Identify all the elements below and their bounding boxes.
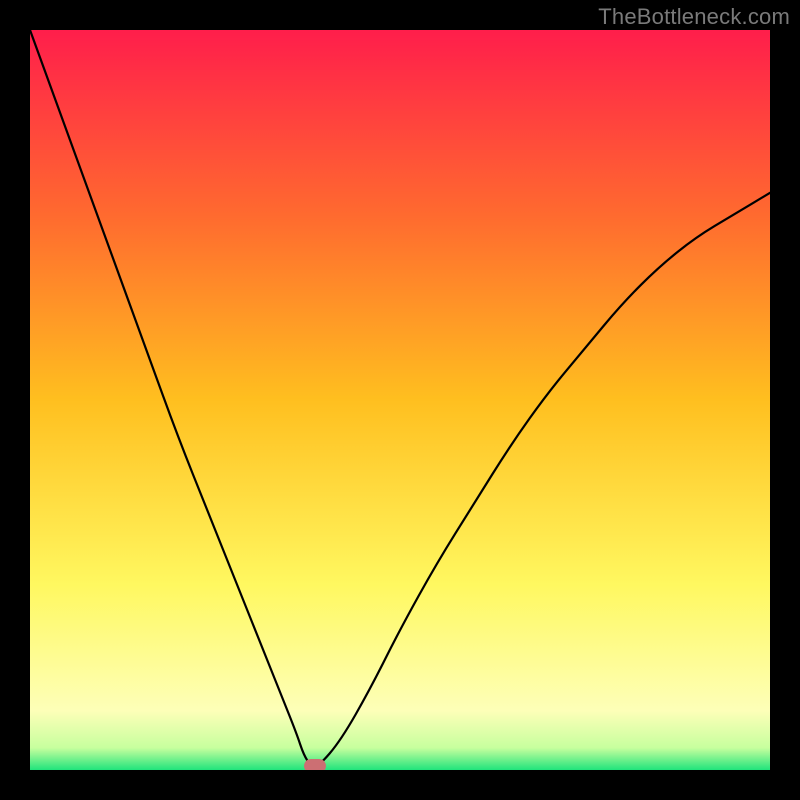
plot-area [30, 30, 770, 770]
watermark-text: TheBottleneck.com [598, 4, 790, 30]
chart-frame: TheBottleneck.com [0, 0, 800, 800]
chart-svg [30, 30, 770, 770]
gradient-background [30, 30, 770, 770]
optimum-marker [304, 759, 326, 770]
